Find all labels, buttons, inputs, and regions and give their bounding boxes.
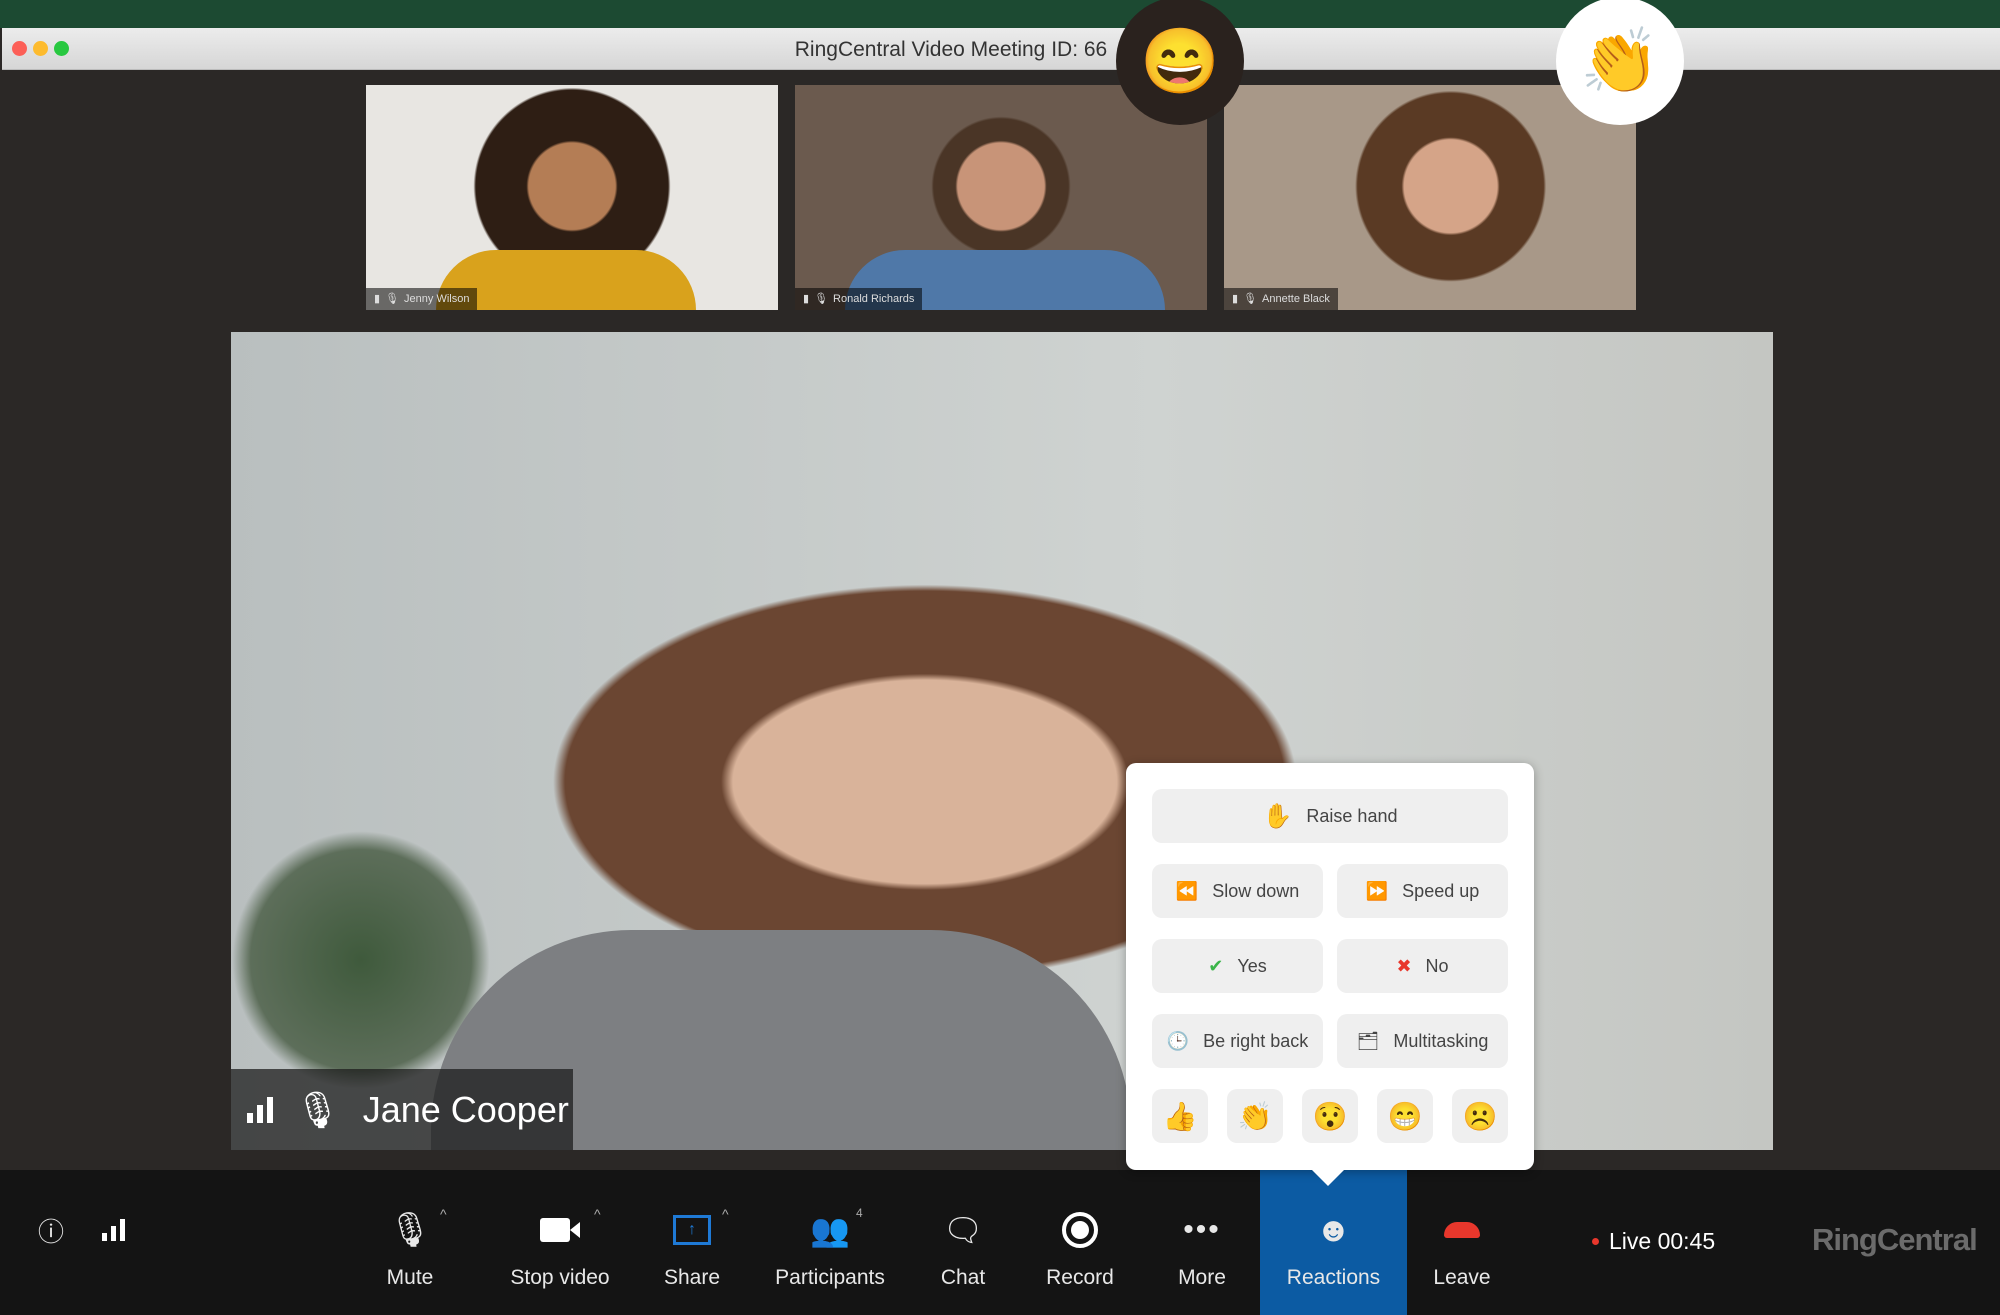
reactions-button[interactable]: ☻ Reactions: [1260, 1170, 1407, 1315]
signal-icon: ▮: [1232, 293, 1239, 305]
hang-up-icon: [1444, 1206, 1480, 1254]
mic-icon: 🎙: [1243, 293, 1258, 305]
mute-options-caret[interactable]: ^: [440, 1206, 447, 1222]
record-button[interactable]: Record: [1040, 1170, 1120, 1315]
participant-name: Annette Black: [1262, 293, 1330, 305]
share-button[interactable]: ↑ Share: [652, 1170, 732, 1315]
floating-reaction-grin: 😄: [1116, 0, 1244, 125]
be-right-back-button[interactable]: 🕒 Be right back: [1152, 1014, 1323, 1068]
clap-reaction[interactable]: 👏: [1227, 1089, 1283, 1143]
network-button[interactable]: [98, 1170, 128, 1315]
record-icon: [1062, 1206, 1098, 1254]
participant-thumbnail[interactable]: ▮ 🎙 Ronald Richards: [795, 85, 1207, 310]
participants-icon: 👥: [810, 1212, 850, 1248]
fast-forward-icon: ⏩: [1365, 880, 1389, 901]
checkmark-icon: ✔: [1208, 955, 1224, 976]
ringcentral-logo: RingCentral: [1812, 1222, 1978, 1257]
raise-hand-button[interactable]: ✋ Raise hand: [1152, 789, 1508, 843]
multitasking-icon: 🗂: [1356, 1030, 1380, 1051]
sad-reaction[interactable]: ☹️: [1452, 1089, 1508, 1143]
participants-count: 4: [856, 1206, 863, 1220]
participant-name: Ronald Richards: [833, 293, 915, 305]
thumbs-up-reaction[interactable]: 👍: [1152, 1089, 1208, 1143]
microphone-icon: 🎙: [388, 1211, 432, 1249]
grin-reaction[interactable]: 😁: [1377, 1089, 1433, 1143]
mic-icon: 🎙: [385, 293, 400, 305]
main-video: 🎙 Jane Cooper: [231, 332, 1773, 1150]
live-dot-icon: [1592, 1238, 1599, 1245]
stop-video-button[interactable]: Stop video: [500, 1170, 620, 1315]
info-icon: ⓘ: [37, 1216, 64, 1247]
share-screen-icon: ↑: [673, 1206, 711, 1254]
participants-button[interactable]: 👥 Participants: [770, 1170, 890, 1315]
rewind-icon: ⏪: [1175, 880, 1199, 901]
meeting-toolbar: ⓘ 🎙 Mute ^ Stop video ^ ↑ Share ^ 👥 Partici…: [0, 1170, 2000, 1315]
participant-thumbnail[interactable]: ▮ 🎙 Annette Black: [1224, 85, 1636, 310]
mic-icon: 🎙: [814, 293, 829, 305]
desktop-background: [0, 0, 2000, 28]
raised-hand-icon: ✋: [1262, 802, 1293, 830]
info-button[interactable]: ⓘ: [36, 1170, 66, 1315]
surprised-reaction[interactable]: 😯: [1302, 1089, 1358, 1143]
video-options-caret[interactable]: ^: [594, 1206, 601, 1222]
leave-button[interactable]: Leave: [1422, 1170, 1502, 1315]
signal-icon: ▮: [374, 293, 381, 305]
mute-button[interactable]: 🎙 Mute: [370, 1170, 450, 1315]
yes-button[interactable]: ✔ Yes: [1152, 939, 1323, 993]
speaker-name-tag: 🎙 Jane Cooper: [231, 1069, 573, 1150]
signal-icon: [101, 1206, 125, 1254]
multitasking-button[interactable]: 🗂 Multitasking: [1337, 1014, 1508, 1068]
x-icon: ✖: [1396, 955, 1412, 976]
floating-reaction-clap: 👏: [1556, 0, 1684, 125]
video-camera-icon: [540, 1206, 580, 1254]
reactions-panel: ✋ Raise hand ⏪ Slow down ⏩ Speed up ✔ Yes ✖ N…: [1126, 763, 1534, 1186]
speed-up-button[interactable]: ⏩ Speed up: [1337, 864, 1508, 918]
window-title: RingCentral Video Meeting ID: 66: [794, 38, 1108, 61]
slow-down-button[interactable]: ⏪ Slow down: [1152, 864, 1323, 918]
mic-icon: 🎙: [295, 1088, 341, 1130]
no-button[interactable]: ✖ No: [1337, 939, 1508, 993]
window-titlebar: RingCentral Video Meeting ID: 66: [2, 28, 2000, 70]
live-indicator: Live 00:45: [1592, 1228, 1715, 1255]
participant-thumbnail[interactable]: ▮ 🎙 Jenny Wilson: [366, 85, 778, 310]
clock-icon: 🕒: [1166, 1030, 1190, 1051]
participant-name: Jenny Wilson: [404, 293, 470, 305]
signal-icon: [247, 1096, 273, 1123]
more-icon: •••: [1183, 1213, 1221, 1246]
more-button[interactable]: ••• More: [1162, 1170, 1242, 1315]
chat-icon: 🗨: [942, 1212, 984, 1248]
chat-button[interactable]: 🗨 Chat: [923, 1170, 1003, 1315]
signal-icon: ▮: [803, 293, 810, 305]
share-options-caret[interactable]: ^: [722, 1206, 729, 1222]
reactions-icon: ☻: [1315, 1210, 1352, 1249]
speaker-name: Jane Cooper: [362, 1088, 569, 1130]
